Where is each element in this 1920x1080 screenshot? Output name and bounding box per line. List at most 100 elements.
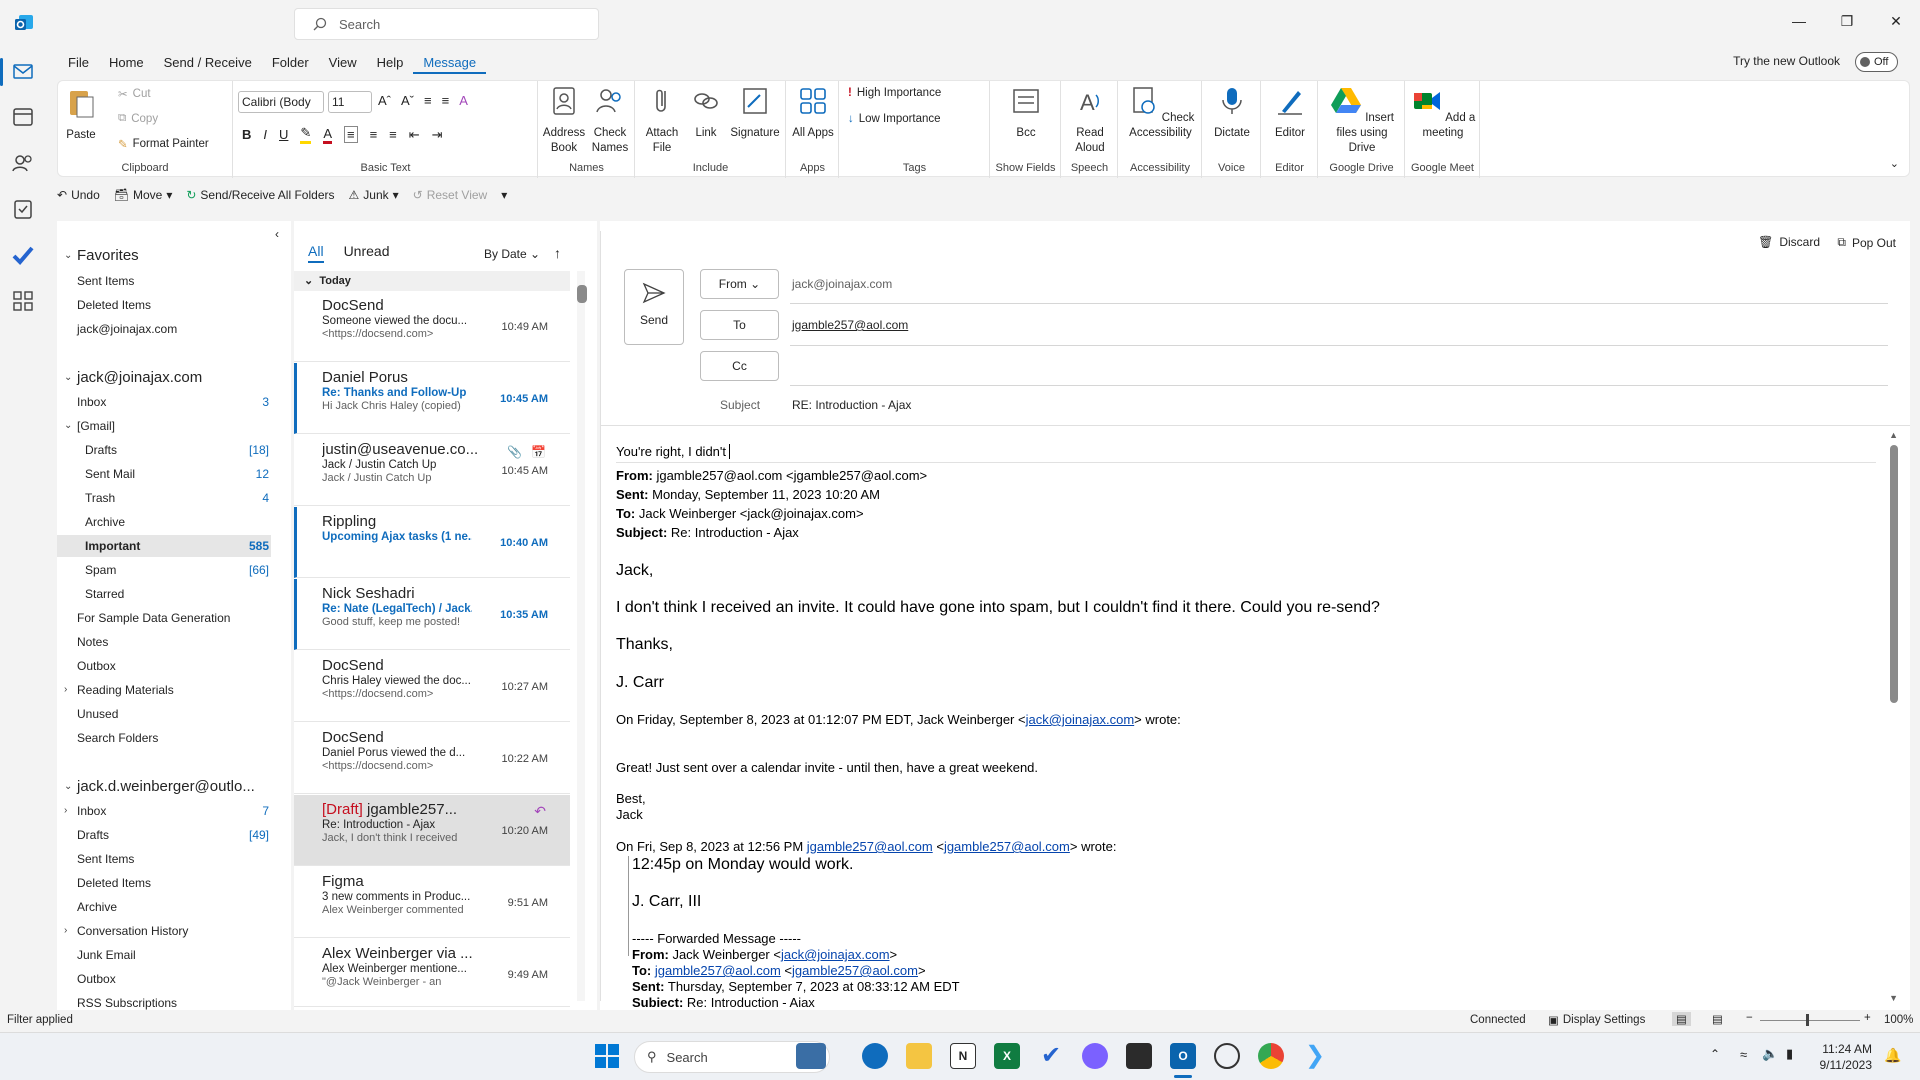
try-new-outlook-toggle[interactable]: Off [1855, 52, 1898, 72]
search-box[interactable]: Search [294, 8, 599, 40]
excel-icon[interactable]: X [994, 1043, 1020, 1069]
send-button[interactable]: Send [624, 269, 684, 345]
folder-notes[interactable]: Notes [57, 631, 271, 653]
link-button[interactable]: Link [686, 85, 726, 141]
decrease-indent-icon[interactable]: ⇤ [409, 127, 420, 143]
outlook-taskbar-icon[interactable]: O [1170, 1043, 1196, 1069]
edge-icon[interactable] [862, 1043, 888, 1069]
to-recipient[interactable]: jgamble257@aol.com [792, 318, 908, 332]
increase-indent-icon[interactable]: ⇥ [432, 127, 443, 143]
battery-icon[interactable]: ▮ [1786, 1046, 1793, 1062]
folder-gmail[interactable]: ⌄ [Gmail] [57, 415, 271, 437]
fav-deleted-items[interactable]: Deleted Items [57, 294, 271, 316]
clock-date[interactable]: 9/11/2023 [1808, 1058, 1873, 1072]
align-right-icon[interactable]: ≡ [389, 127, 397, 142]
ribbon-collapse-icon[interactable]: ⌄ [1890, 157, 1899, 170]
menu-folder[interactable]: Folder [262, 52, 319, 74]
volume-icon[interactable]: 🔈 [1762, 1046, 1778, 1062]
close-button[interactable]: ✕ [1884, 13, 1908, 33]
bold-icon[interactable]: B [242, 127, 251, 142]
typed-text[interactable]: You're right, I didn't [616, 444, 734, 459]
list-scrollbar-thumb[interactable] [577, 285, 587, 303]
folder-archive[interactable]: Archive [57, 511, 271, 533]
junk-button[interactable]: ⚠ Junk ▾ [349, 188, 399, 202]
zoom-slider-thumb[interactable] [1806, 1014, 1809, 1026]
windows-start-icon[interactable] [594, 1043, 620, 1069]
highlight-icon[interactable]: ✎ [300, 125, 312, 144]
clock-app-icon[interactable] [1214, 1043, 1240, 1069]
calendar-icon[interactable] [12, 106, 34, 128]
align-left-icon[interactable]: ≡ [343, 126, 358, 143]
cc-field[interactable] [790, 385, 1888, 386]
file-explorer-icon[interactable] [906, 1043, 932, 1069]
terminal-icon[interactable] [1126, 1043, 1152, 1069]
email-link[interactable]: jack@joinajax.com [781, 947, 890, 962]
folder-spam[interactable]: Spam [66] [57, 559, 271, 581]
email-link[interactable]: jgamble257@aol.com [807, 839, 933, 854]
menu-help[interactable]: Help [367, 52, 414, 74]
folder-inbox[interactable]: Inbox 3 [57, 391, 271, 413]
a2-archive[interactable]: Archive [57, 896, 271, 918]
folder-drafts[interactable]: Drafts [18] [57, 439, 271, 461]
a2-outbox[interactable]: Outbox [57, 968, 271, 990]
copilot-icon[interactable] [1082, 1043, 1108, 1069]
grow-font-icon[interactable]: Aˆ [378, 93, 391, 108]
check-accessibility-button[interactable]: Check Accessibility [1123, 85, 1198, 141]
list-item-selected[interactable]: [Draft] jgamble257... Re: Introduction -… [294, 795, 570, 866]
insert-drive-files-button[interactable]: Insert files using Drive [1323, 85, 1401, 156]
notification-bell-icon[interactable]: 🔔 [1884, 1047, 1901, 1064]
email-link[interactable]: jgamble257@aol.com [792, 963, 918, 978]
list-item[interactable]: justin@useavenue.co... Jack / Justin Catc… [294, 435, 570, 506]
clock-time[interactable]: 11:24 AM [1816, 1042, 1872, 1056]
subject-field[interactable]: RE: Introduction - Ajax [792, 398, 911, 412]
menu-file[interactable]: File [58, 52, 99, 74]
pop-out-button[interactable]: ⧉ Pop Out [1837, 235, 1896, 250]
all-apps-button[interactable]: All Apps [791, 85, 835, 141]
todo-taskbar-icon[interactable]: ✔ [1038, 1043, 1064, 1069]
tasks-icon[interactable] [12, 198, 34, 220]
list-item[interactable]: Alex Weinberger via ... Alex Weinberger m… [294, 939, 570, 1007]
normal-view-icon[interactable]: ▤ [1672, 1012, 1691, 1026]
account1-header[interactable]: ⌄ jack@joinajax.com [57, 367, 271, 389]
a2-sent-items[interactable]: Sent Items [57, 848, 271, 870]
numbering-icon[interactable]: ≡ [442, 93, 450, 108]
bullets-icon[interactable]: ≡ [424, 93, 432, 108]
font-color-icon[interactable]: A [323, 126, 332, 144]
address-book-button[interactable]: Address Book [541, 85, 587, 156]
bcc-button[interactable]: Bcc [1004, 85, 1048, 141]
folder-reading-materials[interactable]: › Reading Materials [57, 679, 271, 701]
qat-customize-icon[interactable]: ▾ [501, 188, 507, 202]
format-painter-button[interactable]: ✎ Format Painter [118, 137, 209, 151]
folder-trash[interactable]: Trash 4 [57, 487, 271, 509]
reset-view-button[interactable]: ↺ Reset View [413, 188, 488, 202]
check-names-button[interactable]: Check Names [587, 85, 633, 156]
folder-important[interactable]: Important 585 [57, 535, 271, 557]
reading-view-icon[interactable]: ▤ [1712, 1012, 1723, 1026]
chrome-icon[interactable] [1258, 1043, 1284, 1069]
wifi-icon[interactable]: ≈ [1740, 1047, 1747, 1062]
menu-home[interactable]: Home [99, 52, 154, 74]
editor-button[interactable]: Editor [1266, 85, 1314, 141]
font-name-select[interactable]: Calibri (Body [238, 91, 324, 113]
attach-file-button[interactable]: Attach File [640, 85, 684, 156]
tab-all[interactable]: All [308, 243, 324, 263]
read-aloud-button[interactable]: A Read Aloud [1066, 85, 1114, 156]
clear-format-icon[interactable]: A [459, 93, 468, 108]
email-link[interactable]: jgamble257@aol.com [655, 963, 781, 978]
shrink-font-icon[interactable]: Aˇ [401, 93, 414, 108]
todo-icon[interactable] [12, 244, 34, 266]
zoom-slider[interactable] [1760, 1020, 1860, 1021]
apps-icon[interactable] [12, 290, 34, 312]
font-size-select[interactable]: 11 [328, 91, 372, 113]
list-item[interactable]: Nick Seshadri Re: Nate (LegalTech) / Jack… [294, 579, 570, 650]
group-header-today[interactable]: ⌄ Today [294, 271, 570, 291]
low-importance-button[interactable]: ↓ Low Importance [848, 113, 941, 125]
a2-inbox[interactable]: › Inbox 7 [57, 800, 271, 822]
menu-view[interactable]: View [319, 52, 367, 74]
mail-icon[interactable] [12, 60, 34, 82]
underline-icon[interactable]: U [279, 127, 288, 142]
sort-direction-icon[interactable]: ↑ [554, 245, 561, 261]
discard-button[interactable]: 🗑 Discard [1758, 235, 1820, 249]
minimize-button[interactable]: — [1787, 13, 1811, 33]
send-receive-all-button[interactable]: ↻ Send/Receive All Folders [186, 188, 334, 202]
